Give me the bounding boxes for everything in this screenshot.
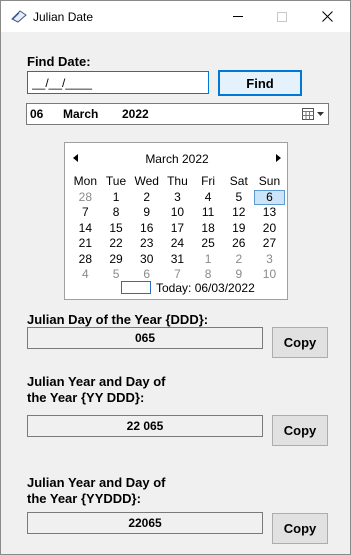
- calendar-day[interactable]: 10: [162, 205, 193, 221]
- calendar-week-row: 7 8 9 10 11 12 13: [70, 205, 285, 221]
- close-button[interactable]: [304, 1, 350, 32]
- julian-date-window: Julian Date Find Date: Find 06 March 202…: [0, 0, 351, 555]
- calendar-day[interactable]: 8: [101, 205, 132, 221]
- calendar-day-selected[interactable]: 6: [254, 189, 285, 205]
- calendar-day[interactable]: 16: [131, 221, 162, 237]
- weekday-header: Sun: [258, 174, 281, 188]
- calendar-day[interactable]: 15: [101, 221, 132, 237]
- date-picker[interactable]: 06 March 2022: [26, 103, 329, 125]
- calendar-day[interactable]: 9: [131, 205, 162, 221]
- calendar-day[interactable]: 7: [70, 205, 101, 221]
- calendar-day[interactable]: 22: [101, 236, 132, 252]
- calendar-week-row: 28 29 30 31 1 2 3: [70, 252, 285, 268]
- today-marker: [121, 281, 151, 294]
- yy-ddd-value: 22 065: [27, 415, 263, 437]
- window-title: Julian Date: [33, 10, 94, 24]
- yyddd-label-line2: the Year {YYDDD}:: [27, 491, 141, 506]
- weekday-header: Sat: [229, 174, 248, 188]
- weekday-header: Fri: [201, 174, 216, 188]
- calendar-week-row: 28 1 2 3 4 5 6: [70, 189, 285, 206]
- calendar-week-row: 21 22 23 24 25 26 27: [70, 236, 285, 252]
- calendar-day[interactable]: 26: [223, 236, 254, 252]
- calendar-day[interactable]: 28: [70, 190, 101, 206]
- yy-ddd-label-line2: the Year {YY DDD}:: [27, 390, 145, 405]
- copy-ddd-button[interactable]: Copy: [272, 327, 328, 358]
- month-calendar[interactable]: March 2022 Mon Tue Wed Thu Fri Sat Sun 28 1 2 3 4 5 6…: [64, 142, 288, 300]
- weekday-header: Mon: [73, 174, 98, 188]
- calendar-day[interactable]: 3: [254, 252, 285, 268]
- weekday-header-row: Mon Tue Wed Thu Fri Sat Sun: [70, 174, 285, 190]
- ddd-value: 065: [27, 327, 263, 349]
- calendar-day[interactable]: 12: [223, 205, 254, 221]
- calendar-day[interactable]: 19: [223, 221, 254, 237]
- yyddd-value: 22065: [27, 512, 263, 534]
- ddd-label: Julian Day of the Year {DDD}:: [27, 312, 209, 327]
- calendar-day[interactable]: 21: [70, 236, 101, 252]
- find-date-label: Find Date:: [27, 54, 91, 69]
- calendar-day[interactable]: 30: [131, 252, 162, 268]
- yyddd-label-line1: Julian Year and Day of: [27, 475, 166, 490]
- calendar-day[interactable]: 27: [254, 236, 285, 252]
- calendar-day[interactable]: 20: [254, 221, 285, 237]
- calendar-day[interactable]: 31: [162, 252, 193, 268]
- yy-ddd-label-line1: Julian Year and Day of: [27, 374, 166, 389]
- find-button[interactable]: Find: [218, 70, 302, 96]
- calendar-day[interactable]: 14: [70, 221, 101, 237]
- date-picker-day[interactable]: 06: [30, 107, 43, 121]
- weekday-header: Wed: [134, 174, 159, 188]
- calendar-grid: Mon Tue Wed Thu Fri Sat Sun 28 1 2 3 4 5 6 7 8 9 10 11 12 13…: [70, 174, 285, 283]
- calendar-day[interactable]: 1: [193, 252, 224, 268]
- next-month-icon[interactable]: [276, 154, 281, 162]
- minimize-icon: [233, 16, 243, 17]
- today-link[interactable]: Today: 06/03/2022: [156, 281, 255, 295]
- weekday-header: Tue: [105, 174, 127, 188]
- calendar-dropdown-button[interactable]: [301, 107, 325, 121]
- calendar-day[interactable]: 13: [254, 205, 285, 221]
- title-bar[interactable]: Julian Date: [1, 1, 350, 32]
- copy-yyddd-button[interactable]: Copy: [272, 513, 328, 544]
- close-icon: [321, 11, 333, 22]
- calendar-day[interactable]: 2: [223, 252, 254, 268]
- calendar-app-icon: [11, 10, 27, 23]
- copy-yy-ddd-button[interactable]: Copy: [272, 415, 328, 446]
- calendar-day[interactable]: 18: [193, 221, 224, 237]
- calendar-day[interactable]: 3: [162, 190, 193, 206]
- calendar-day[interactable]: 2: [131, 190, 162, 206]
- calendar-dropdown-icon: [302, 108, 324, 120]
- calendar-day[interactable]: 17: [162, 221, 193, 237]
- calendar-day[interactable]: 4: [70, 267, 101, 283]
- calendar-day[interactable]: 5: [223, 190, 254, 206]
- minimize-button[interactable]: [215, 1, 261, 32]
- calendar-day[interactable]: 28: [70, 252, 101, 268]
- calendar-day[interactable]: 25: [193, 236, 224, 252]
- date-picker-month[interactable]: March: [63, 107, 98, 121]
- calendar-day[interactable]: 1: [101, 190, 132, 206]
- calendar-day[interactable]: 4: [193, 190, 224, 206]
- calendar-day[interactable]: 11: [193, 205, 224, 221]
- find-date-input[interactable]: [27, 71, 209, 94]
- date-picker-year[interactable]: 2022: [122, 107, 149, 121]
- calendar-day[interactable]: 10: [254, 267, 285, 283]
- calendar-month-title[interactable]: March 2022: [65, 152, 289, 166]
- calendar-day[interactable]: 23: [131, 236, 162, 252]
- calendar-day[interactable]: 24: [162, 236, 193, 252]
- weekday-header: Thu: [167, 174, 188, 188]
- maximize-icon: [277, 11, 287, 22]
- calendar-day[interactable]: 29: [101, 252, 132, 268]
- calendar-week-row: 14 15 16 17 18 19 20: [70, 221, 285, 237]
- maximize-button[interactable]: [259, 1, 305, 32]
